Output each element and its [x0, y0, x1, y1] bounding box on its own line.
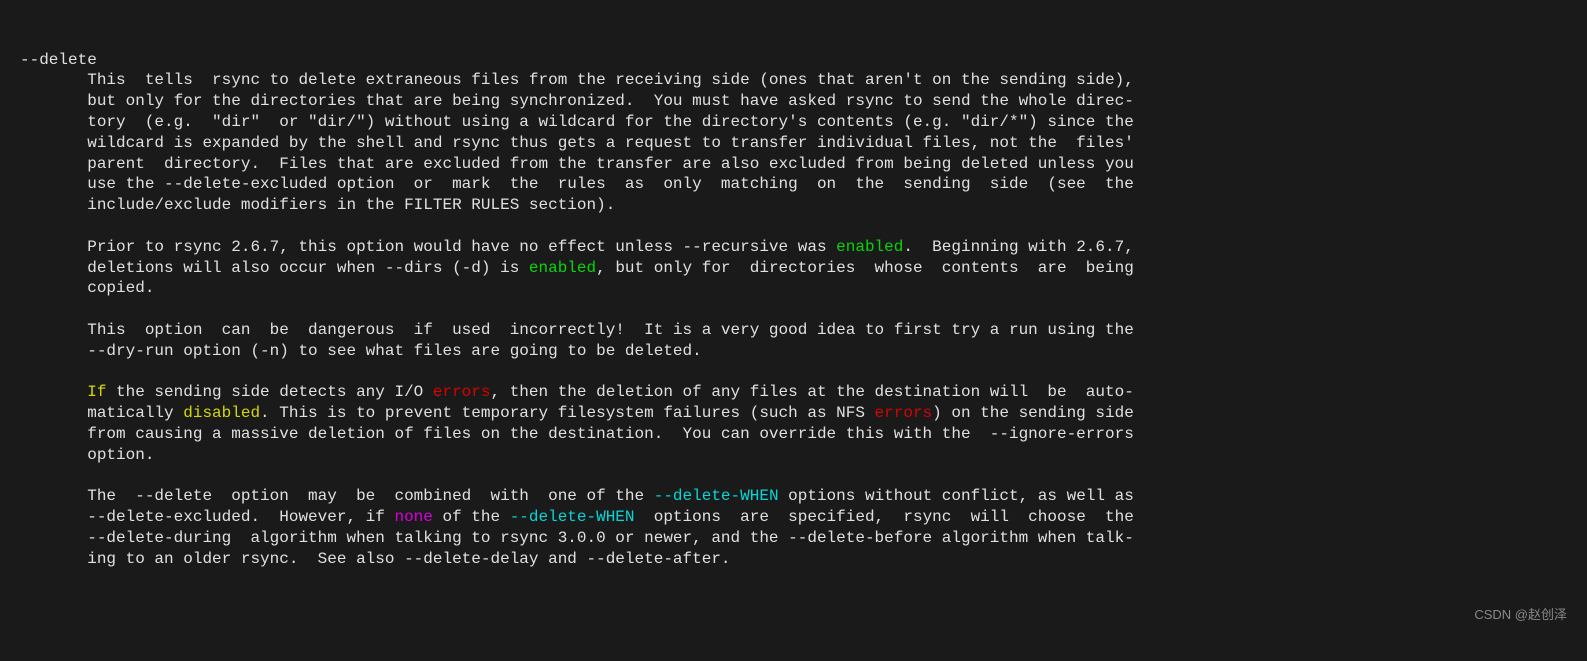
para4-line2b: . This is to prevent temporary filesyste…	[260, 404, 875, 422]
para2-line1a: Prior to rsync 2.6.7, this option would …	[87, 238, 836, 256]
delete-when-option: --delete-WHEN	[654, 487, 779, 505]
para5-line3: --delete-during algorithm when talking t…	[87, 529, 1134, 547]
para4-line1b: , then the deletion of any files at the …	[490, 383, 1133, 401]
enabled-keyword: enabled	[836, 238, 903, 256]
para4-line1a: the sending side detects any I/O	[106, 383, 432, 401]
errors-keyword: errors	[433, 383, 491, 401]
para5-line2b: of the	[433, 508, 510, 526]
para3-line1: This option can be dangerous if used inc…	[87, 321, 1134, 339]
para1-line3: tory (e.g. "dir" or "dir/") without usin…	[87, 113, 1134, 131]
errors-keyword: errors	[875, 404, 933, 422]
delete-when-option: --delete-WHEN	[510, 508, 635, 526]
watermark: CSDN @赵创泽	[1474, 607, 1567, 624]
para4-line4: option.	[87, 446, 154, 464]
para1-line7: include/exclude modifiers in the FILTER …	[87, 196, 615, 214]
para1-line5: parent directory. Files that are exclude…	[87, 155, 1134, 173]
para2-line1b: . Beginning with 2.6.7,	[903, 238, 1133, 256]
para4-line3: from causing a massive deletion of files…	[87, 425, 1134, 443]
if-keyword: If	[87, 383, 106, 401]
para1-line4: wildcard is expanded by the shell and rs…	[87, 134, 1134, 152]
para5-line1b: options without conflict, as well as	[779, 487, 1134, 505]
para1-line2: but only for the directories that are be…	[87, 92, 1134, 110]
disabled-keyword: disabled	[183, 404, 260, 422]
manpage-content: --delete This tells rsync to delete extr…	[20, 50, 1567, 570]
para5-line2a: --delete-excluded. However, if	[87, 508, 394, 526]
para5-line1a: The --delete option may be combined with…	[87, 487, 654, 505]
para1-line6: use the --delete-excluded option or mark…	[87, 175, 1134, 193]
none-keyword: none	[394, 508, 432, 526]
para4-line2a: matically	[87, 404, 183, 422]
para2-line2a: deletions will also occur when --dirs (-…	[87, 259, 529, 277]
para5-line4: ing to an older rsync. See also --delete…	[87, 550, 730, 568]
para2-line3: copied.	[87, 279, 154, 297]
para2-line2b: , but only for directories whose content…	[596, 259, 1134, 277]
option-name: --delete	[20, 51, 97, 69]
para1-line1: This tells rsync to delete extraneous fi…	[87, 71, 1134, 89]
enabled-keyword: enabled	[529, 259, 596, 277]
para5-line2c: options are specified, rsync will choose…	[635, 508, 1134, 526]
para3-line2: --dry-run option (-n) to see what files …	[87, 342, 702, 360]
para4-line2c: ) on the sending side	[932, 404, 1134, 422]
